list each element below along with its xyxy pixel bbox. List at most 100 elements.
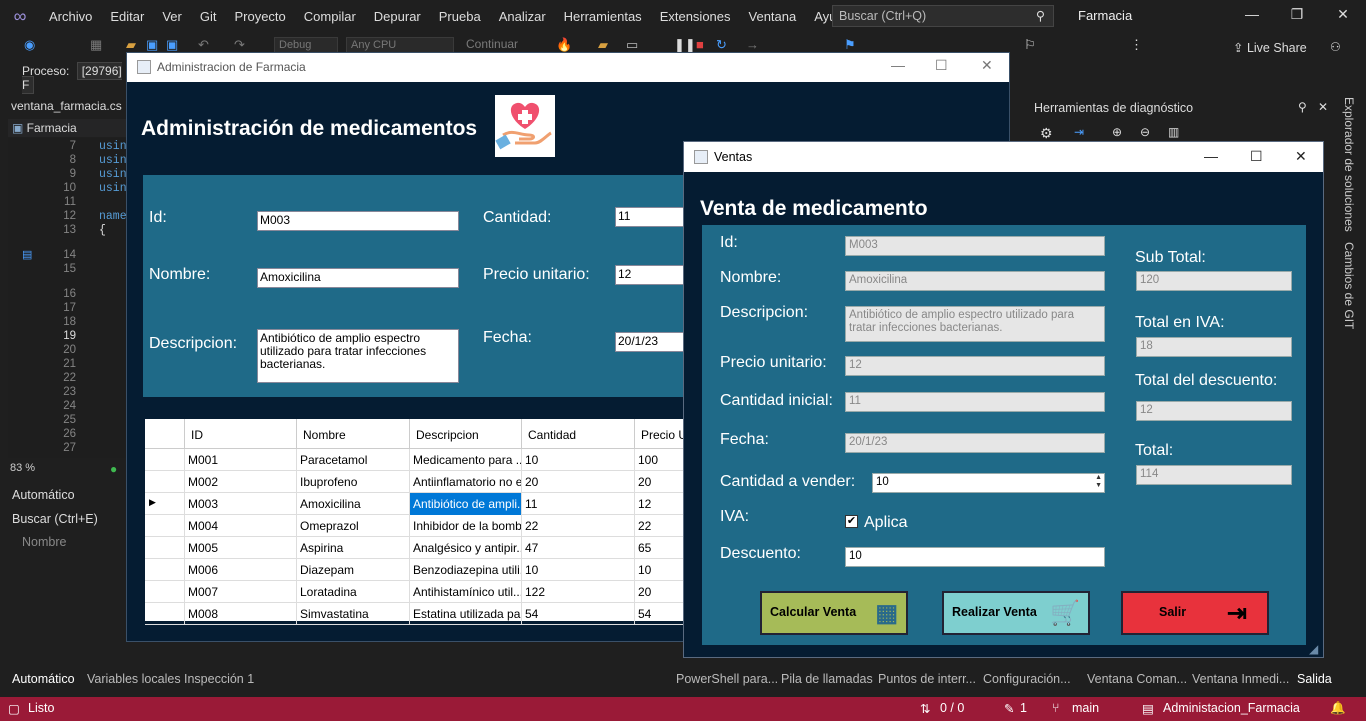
nombre-input[interactable]: Amoxicilina: [257, 268, 459, 288]
settings-icon[interactable]: ⚙: [1040, 125, 1053, 142]
restart-icon[interactable]: ↻: [716, 37, 727, 53]
grid-header-nombre[interactable]: Nombre: [297, 419, 410, 449]
maximize-icon[interactable]: ☐: [935, 57, 948, 74]
toolbar-overflow-icon[interactable]: ⋮: [1130, 37, 1143, 53]
vs-search-box[interactable]: Buscar (Ctrl+Q) ⚲: [832, 5, 1054, 27]
row-header[interactable]: [145, 537, 185, 559]
total-descuento-input[interactable]: 12: [1136, 401, 1292, 421]
row-header[interactable]: [145, 559, 185, 581]
editor-file-tab[interactable]: ventana_farmacia.cs: [8, 96, 126, 116]
stop-icon[interactable]: ■: [696, 37, 704, 52]
table-row[interactable]: ▶ M003 Amoxicilina Antibiótico de ampli... 1…: [145, 493, 705, 515]
bookmark-icon[interactable]: ⚐: [1024, 37, 1036, 53]
menu-git[interactable]: Git: [191, 9, 226, 24]
hot-reload-icon[interactable]: 🔥: [556, 37, 572, 53]
live-share-button[interactable]: ⇪ Live Share: [1233, 40, 1307, 55]
salir-button[interactable]: Salir ⇥: [1121, 591, 1269, 635]
stepper-arrows-icon[interactable]: ▲ ▼: [1095, 474, 1102, 490]
realizar-venta-button[interactable]: Realizar Venta 🛒: [942, 591, 1090, 635]
continue-button[interactable]: Continuar: [466, 37, 518, 51]
total-input[interactable]: 114: [1136, 465, 1292, 485]
close-icon[interactable]: ✕: [981, 57, 993, 74]
close-icon[interactable]: ✕: [1295, 148, 1307, 165]
row-header[interactable]: [145, 471, 185, 493]
undo-icon[interactable]: ↶: [198, 37, 209, 53]
table-cell[interactable]: Simvastatina: [297, 603, 410, 625]
row-header[interactable]: [145, 449, 185, 471]
folder-icon[interactable]: ▰: [598, 37, 608, 53]
v-nombre-input[interactable]: Amoxicilina: [845, 271, 1105, 291]
redo-icon[interactable]: ↷: [234, 37, 245, 53]
table-cell[interactable]: Loratadina: [297, 581, 410, 603]
feedback-icon[interactable]: ⚇: [1330, 40, 1341, 54]
status-project[interactable]: Administacion_Farmacia: [1163, 701, 1300, 715]
row-header[interactable]: [145, 581, 185, 603]
table-cell[interactable]: M002: [185, 471, 297, 493]
iva-checkbox[interactable]: ✔: [845, 515, 858, 528]
table-cell[interactable]: Benzodiazepina utili...: [410, 559, 522, 581]
v-descripcion-textarea[interactable]: Antibiótico de amplio espectro utilizado…: [845, 306, 1105, 342]
row-header[interactable]: [145, 603, 185, 625]
v-cantidad-vender-stepper[interactable]: 10 ▲ ▼: [872, 473, 1105, 493]
table-cell[interactable]: Analgésico y antipir...: [410, 537, 522, 559]
minimize-icon[interactable]: —: [891, 57, 905, 73]
table-cell[interactable]: Medicamento para ...: [410, 449, 522, 471]
back-icon[interactable]: ◉: [24, 37, 35, 53]
tab-git-changes[interactable]: Cambios de GIT: [1342, 242, 1356, 329]
table-cell[interactable]: Antihistamínico util...: [410, 581, 522, 603]
status-branch[interactable]: main: [1072, 701, 1099, 715]
breakpoint-icon[interactable]: ▤: [22, 248, 32, 261]
notifications-icon[interactable]: 🔔: [1330, 701, 1346, 716]
table-cell[interactable]: 10: [522, 449, 635, 471]
table-cell[interactable]: M005: [185, 537, 297, 559]
row-header[interactable]: ▶: [145, 493, 185, 515]
tab-variables-locales[interactable]: Variables locales: [87, 672, 181, 686]
id-input[interactable]: M003: [257, 211, 459, 231]
menu-compilar[interactable]: Compilar: [295, 9, 365, 24]
maximize-icon[interactable]: ❐: [1287, 6, 1307, 23]
calcular-venta-button[interactable]: Calcular Venta ▦: [760, 591, 908, 635]
table-cell[interactable]: 20: [522, 471, 635, 493]
table-cell[interactable]: M004: [185, 515, 297, 537]
tab-ventana-inmediato[interactable]: Ventana Inmedi...: [1192, 672, 1289, 686]
table-cell[interactable]: M007: [185, 581, 297, 603]
table-row[interactable]: M002 Ibuprofeno Antiinflamatorio no e... 20…: [145, 471, 705, 493]
tab-powershell[interactable]: PowerShell para...: [676, 672, 778, 686]
table-row[interactable]: M005 Aspirina Analgésico y antipir... 47 65: [145, 537, 705, 559]
export-icon[interactable]: ⇥: [1074, 125, 1084, 139]
menu-herramientas[interactable]: Herramientas: [555, 9, 651, 24]
tab-salida[interactable]: Salida: [1297, 672, 1332, 686]
v-id-input[interactable]: M003: [845, 236, 1105, 256]
table-cell[interactable]: Paracetamol: [297, 449, 410, 471]
pin-icon[interactable]: ⚲: [1298, 100, 1307, 114]
table-cell[interactable]: Antibiótico de ampli...: [410, 493, 522, 515]
tab-pila-llamadas[interactable]: Pila de llamadas: [781, 672, 873, 686]
table-cell[interactable]: M001: [185, 449, 297, 471]
table-row[interactable]: M004 Omeprazol Inhibidor de la bomb... 22 22: [145, 515, 705, 537]
autos-search[interactable]: Buscar (Ctrl+E): [12, 512, 98, 526]
menu-extensiones[interactable]: Extensiones: [651, 9, 740, 24]
menu-ventana[interactable]: Ventana: [740, 9, 806, 24]
minimize-icon[interactable]: —: [1242, 6, 1262, 22]
grid-header-descripcion[interactable]: Descripcion: [410, 419, 522, 449]
table-cell[interactable]: 122: [522, 581, 635, 603]
menu-analizar[interactable]: Analizar: [490, 9, 555, 24]
close-icon[interactable]: ✕: [1333, 6, 1353, 23]
editor-nav-scope[interactable]: ▣ Farmacia: [8, 119, 126, 137]
table-cell[interactable]: M003: [185, 493, 297, 515]
new-item-icon[interactable]: ▦: [90, 37, 102, 53]
table-cell[interactable]: Antiinflamatorio no e...: [410, 471, 522, 493]
table-cell[interactable]: M008: [185, 603, 297, 625]
close-panel-icon[interactable]: ✕: [1318, 100, 1328, 114]
zoom-out-icon[interactable]: ⊖: [1140, 125, 1150, 139]
table-cell[interactable]: Estatina utilizada pa...: [410, 603, 522, 625]
open-folder-icon[interactable]: ▰: [126, 37, 136, 53]
tab-inspeccion-1[interactable]: Inspección 1: [184, 672, 254, 686]
grid-header-id[interactable]: ID: [185, 419, 297, 449]
minimize-icon[interactable]: —: [1204, 148, 1218, 164]
menu-proyecto[interactable]: Proyecto: [225, 9, 294, 24]
window-icon[interactable]: ▭: [626, 37, 638, 53]
table-cell[interactable]: M006: [185, 559, 297, 581]
menu-prueba[interactable]: Prueba: [430, 9, 490, 24]
tab-solution-explorer[interactable]: Explorador de soluciones: [1342, 97, 1356, 232]
